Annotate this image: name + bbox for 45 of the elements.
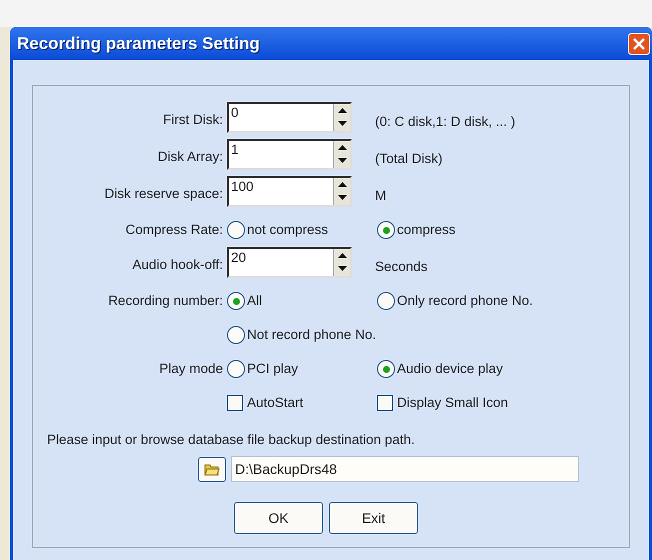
checkbox-option[interactable]: AutoStart <box>227 386 372 420</box>
backup-path-prompt: Please input or browse database file backup destination path. <box>47 431 416 449</box>
field-label: Compress Rate: <box>124 220 224 239</box>
dialog-button[interactable]: Exit <box>329 502 418 534</box>
radio-button[interactable] <box>227 221 245 239</box>
checkbox-option[interactable]: Display Small Icon <box>372 386 572 420</box>
checkbox[interactable] <box>227 395 243 411</box>
radio-option[interactable]: PCI play <box>227 352 372 386</box>
dialog-button[interactable]: OK <box>234 502 323 534</box>
folder-icon <box>204 462 220 476</box>
radio-button[interactable] <box>227 326 245 344</box>
path-field[interactable]: D:\BackupDrs48 <box>231 456 579 482</box>
radio-option[interactable]: compress <box>372 213 572 247</box>
unit-note: M <box>374 187 388 205</box>
field-label: Audio hook-off: <box>131 256 224 274</box>
field-label: Play mode <box>158 360 224 378</box>
field-label: Disk reserve space: <box>103 185 224 203</box>
close-icon[interactable] <box>628 32 650 54</box>
spin-field[interactable]: 100 <box>227 176 352 207</box>
unit-note: Seconds <box>374 258 429 276</box>
window-title: Recording parameters Setting <box>17 32 260 55</box>
field-label: Disk Array: <box>156 148 224 166</box>
spin-buttons[interactable] <box>333 249 350 276</box>
radio-option[interactable]: Only record phone No. <box>372 284 572 318</box>
spin-field[interactable]: 1 <box>227 139 352 170</box>
checkbox[interactable] <box>377 395 393 411</box>
field-label: Recording number: <box>107 292 224 310</box>
spin-buttons[interactable] <box>333 104 350 131</box>
field-label: First Disk: <box>162 111 224 129</box>
radio-option[interactable]: Not record phone No. <box>227 318 572 352</box>
radio-button[interactable] <box>227 292 245 310</box>
browse-folder-button[interactable] <box>198 456 226 482</box>
radio-button[interactable] <box>377 221 395 239</box>
radio-button[interactable] <box>377 360 395 378</box>
spin-field[interactable]: 20 <box>227 247 352 278</box>
radio-option[interactable]: Audio device play <box>372 352 572 386</box>
unit-note: (0: C disk,1: D disk, ... ) <box>374 113 516 131</box>
spin-buttons[interactable] <box>333 141 350 168</box>
radio-option[interactable]: All <box>227 284 372 318</box>
radio-option[interactable]: not compress <box>227 213 372 247</box>
unit-note: (Total Disk) <box>374 150 444 168</box>
radio-button[interactable] <box>227 360 245 378</box>
spin-buttons[interactable] <box>333 178 350 205</box>
radio-button[interactable] <box>377 292 395 310</box>
spin-field[interactable]: 0 <box>227 102 352 133</box>
